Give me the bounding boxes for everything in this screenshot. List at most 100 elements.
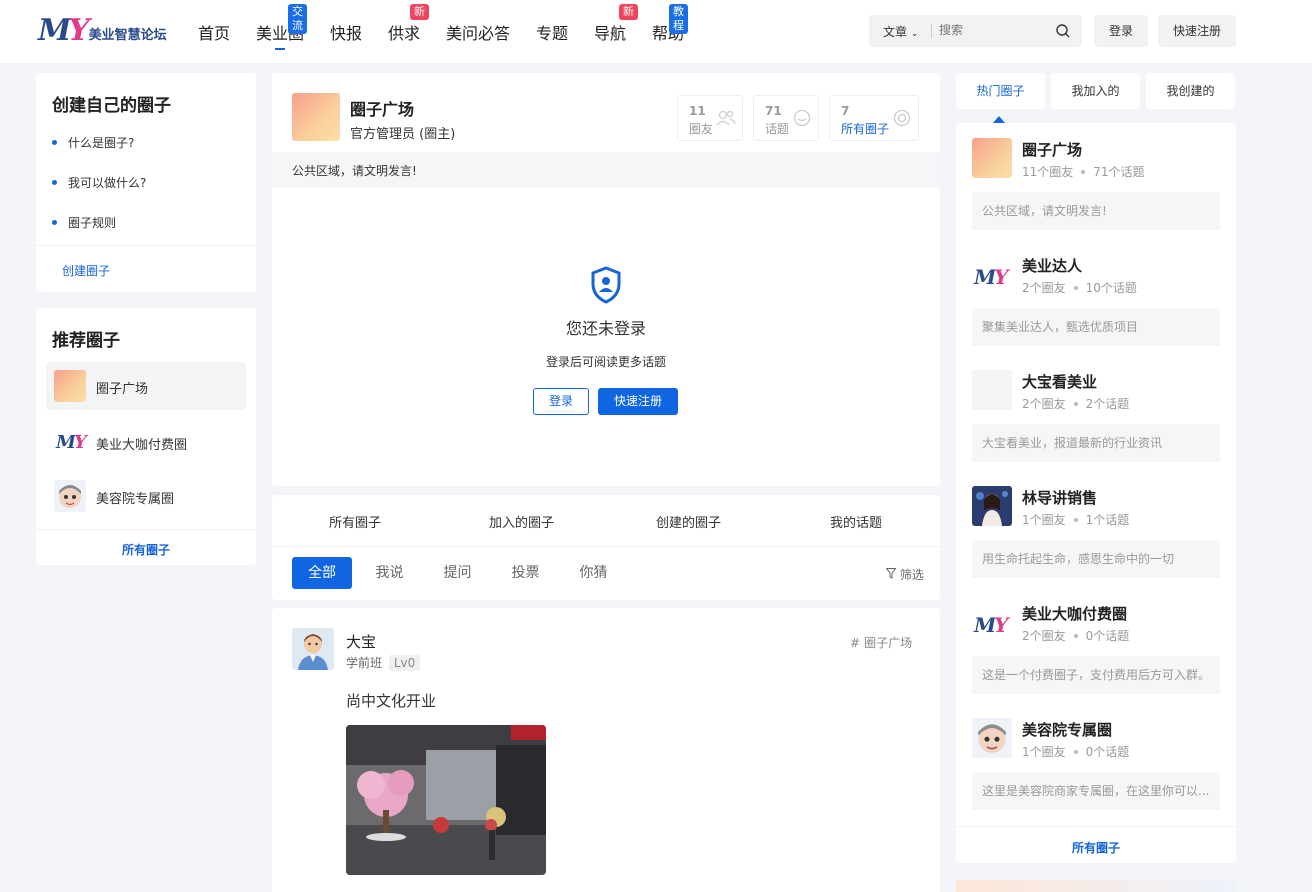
hot-circle-item[interactable]: 美容院专属圈 1个圈友 0个话题 这里是美容院商家专属圈，在这里你可以... (972, 718, 1220, 810)
bottom-banner-card (956, 880, 1236, 892)
recommend-circle-card: 推荐圈子 圈子广场 MY 美业大咖付费圈 美容院专属圈 所有圈子 (36, 308, 256, 565)
stat-all-circles[interactable]: 7 所有圈子 (829, 95, 919, 141)
card-divider (956, 826, 1236, 827)
filter-bar: 全部 我说 提问 投票 你猜 筛选 (272, 541, 940, 600)
hot-circle-item[interactable]: MY 美业达人 2个圈友 10个话题 聚集美业达人，甄选优质项目 (972, 254, 1220, 346)
hot-circle-desc: 这里是美容院商家专属圈，在这里你可以... (972, 772, 1220, 810)
nav-supply[interactable]: 供求 (388, 20, 420, 44)
filter-all[interactable]: 全部 (292, 557, 352, 589)
search-input[interactable] (939, 23, 1039, 37)
chevron-down-icon: ⌄ (910, 29, 919, 39)
filter-question[interactable]: 提问 (430, 557, 485, 589)
recommend-item-paid[interactable]: MY 美业大咖付费圈 (46, 418, 246, 466)
blank-avatar (972, 370, 1012, 410)
hot-circle-item[interactable]: 大宝看美业 2个圈友 2个话题 大宝看美业，报道最新的行业资讯 (972, 370, 1220, 462)
filter-vote[interactable]: 投票 (498, 557, 553, 589)
stat-members-count: 11 (689, 104, 706, 118)
faq-what-is-circle[interactable]: 什么是圈子? (52, 134, 134, 151)
tab-created[interactable]: 我创建的 (1146, 73, 1235, 109)
level-badge: Lv0 (388, 655, 421, 671)
nav-news[interactable]: 快报 (330, 20, 362, 44)
create-circle-link[interactable]: 创建圈子 (62, 262, 110, 279)
create-circle-title: 创建自己的圈子 (52, 96, 171, 116)
hot-circle-item[interactable]: MY 美业大咖付费圈 2个圈友 0个话题 这是一个付费圈子，支付费用后方可入群。 (972, 602, 1220, 694)
header-register-button[interactable]: 快速注册 (1158, 15, 1236, 47)
stat-members[interactable]: 11 圈友 (677, 95, 743, 141)
recommend-item-label: 美容院专属圈 (96, 492, 175, 507)
header-login-button[interactable]: 登录 (1094, 15, 1148, 47)
prompt-register-button[interactable]: 快速注册 (598, 388, 678, 415)
stat-topics-label: 话题 (765, 122, 790, 136)
not-logged-in-title: 您还未登录 (565, 319, 646, 338)
circle-avatar (972, 138, 1012, 178)
nav-home[interactable]: 首页 (198, 20, 230, 44)
tab-joined-circles[interactable]: 加入的圈子 (489, 512, 554, 531)
site-logo[interactable]: MY 美业智慧论坛 (38, 14, 167, 46)
post-content: 尚中文化开业 (346, 692, 437, 710)
tab-indicator-arrow (993, 116, 1005, 123)
logo-text: 美业智慧论坛 (88, 28, 167, 43)
topic-tabs-card: 所有圈子 加入的圈子 创建的圈子 我的话题 全部 我说 提问 投票 你猜 筛选 (272, 495, 940, 600)
cartoon-avatar-icon (54, 480, 86, 512)
hot-circle-desc: 聚集美业达人，甄选优质项目 (972, 308, 1220, 346)
hash-icon: # (850, 636, 861, 650)
my-logo-icon: MY (56, 432, 87, 453)
hot-circle-name: 美业大咖付费圈 (1022, 605, 1128, 623)
circle-notice-bar: 公共区域，请文明发言! (272, 152, 940, 188)
tab-joined[interactable]: 我加入的 (1051, 73, 1140, 109)
filter-guess[interactable]: 你猜 (566, 557, 621, 589)
circles-icon (892, 109, 912, 131)
faq-what-can-i-do[interactable]: 我可以做什么? (52, 174, 146, 191)
nav-topics[interactable]: 专题 (536, 20, 568, 44)
all-circles-link[interactable]: 所有圈子 (956, 839, 1236, 856)
not-logged-in-subtitle: 登录后可阅读更多话题 (545, 355, 666, 369)
search-icon[interactable] (1055, 23, 1071, 43)
card-divider (36, 245, 256, 246)
hot-circle-meta: 1个圈友 0个话题 (1022, 745, 1130, 759)
stat-topics-count: 71 (765, 104, 782, 118)
my-logo-icon: MY (974, 265, 1008, 289)
hot-circle-name: 林导讲销售 (1022, 489, 1098, 507)
search-divider (931, 24, 932, 38)
recommend-title: 推荐圈子 (52, 331, 120, 351)
nav-guide-badge: 新 (619, 4, 638, 20)
hot-circle-meta: 2个圈友 2个话题 (1022, 397, 1130, 411)
recommend-item-square[interactable]: 圈子广场 (46, 362, 246, 410)
hot-circle-name: 美容院专属圈 (1022, 721, 1113, 739)
nav-supply-badge: 新 (410, 4, 429, 20)
card-divider (36, 529, 256, 530)
nav-circle-badge: 交流 (288, 4, 307, 34)
prompt-login-button[interactable]: 登录 (533, 388, 589, 415)
faq-circle-rules[interactable]: 圈子规则 (52, 214, 116, 231)
stat-circles-count: 7 (841, 104, 850, 118)
hot-circle-name: 圈子广场 (1022, 141, 1083, 159)
filter-say[interactable]: 我说 (362, 557, 417, 589)
chat-icon (792, 109, 812, 131)
hot-circle-meta: 1个圈友 1个话题 (1022, 513, 1130, 527)
hot-circle-item[interactable]: 圈子广场 11个圈友 71个话题 公共区域，请文明发言! (972, 138, 1220, 230)
post-circle-tag[interactable]: # 圈子广场 (850, 634, 912, 651)
all-circles-link[interactable]: 所有圈子 (36, 541, 256, 558)
hot-circle-desc: 用生命托起生命，感恩生命中的一切 (972, 540, 1220, 578)
tab-my-topics[interactable]: 我的话题 (830, 512, 882, 531)
search-type-select[interactable]: 文章 ⌄ (883, 23, 918, 40)
hot-circle-name: 大宝看美业 (1022, 373, 1098, 391)
users-icon (716, 109, 736, 131)
stat-topics[interactable]: 71 话题 (753, 95, 819, 141)
hot-circle-item[interactable]: 林导讲销售 1个圈友 1个话题 用生命托起生命，感恩生命中的一切 (972, 486, 1220, 578)
tab-hot-circles[interactable]: 热门圈子 (956, 73, 1045, 109)
stat-circles-label: 所有圈子 (841, 122, 890, 136)
circle-avatar (54, 370, 86, 402)
tab-created-circles[interactable]: 创建的圈子 (656, 512, 721, 531)
filter-button[interactable]: 筛选 (885, 566, 924, 583)
user-shield-icon (590, 266, 622, 308)
circle-name: 圈子广场 (350, 100, 415, 119)
tab-all-circles[interactable]: 所有圈子 (329, 512, 381, 531)
author-avatar[interactable] (292, 628, 334, 670)
post-image[interactable] (346, 725, 546, 875)
hot-circle-meta: 2个圈友 10个话题 (1022, 281, 1137, 295)
post-author-name[interactable]: 大宝 (346, 631, 376, 652)
recommend-item-salon[interactable]: 美容院专属圈 (46, 472, 246, 520)
nav-guide[interactable]: 导航 (594, 20, 626, 44)
nav-qa[interactable]: 美问必答 (446, 20, 510, 44)
